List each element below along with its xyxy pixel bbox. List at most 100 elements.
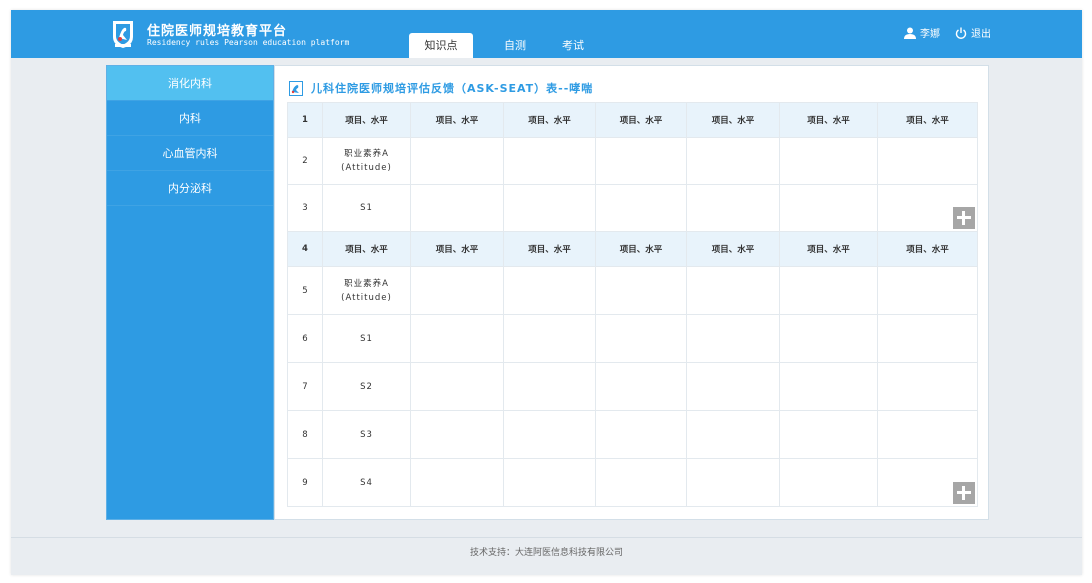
sidebar-item-cardiology[interactable]: 心血管内科 [107, 136, 273, 171]
table-cell[interactable] [410, 266, 504, 315]
table-cell[interactable] [595, 266, 687, 315]
table-cell[interactable] [686, 184, 780, 232]
table-row: 8 S3 [287, 410, 978, 459]
row-number: 2 [287, 137, 323, 185]
table-cell[interactable] [779, 266, 878, 315]
top-header: 住院医师规培教育平台 Residency rules Pearson educa… [11, 10, 1082, 58]
table-cell[interactable] [779, 184, 878, 232]
table-cell[interactable] [410, 184, 504, 232]
table-cell[interactable] [503, 184, 596, 232]
header-cell: 项目、水平 [503, 102, 596, 138]
row-label: S4 [322, 458, 411, 507]
logout-button[interactable]: 退出 [955, 25, 991, 40]
row-label: S2 [322, 362, 411, 411]
table-cell[interactable] [686, 266, 780, 315]
row-label: 职业素养A (Attitude) [322, 137, 411, 185]
table-cell[interactable] [877, 362, 978, 411]
app-subtitle: Residency rules Pearson education platfo… [147, 38, 350, 47]
table-row: 7 S2 [287, 362, 978, 411]
plus-icon[interactable] [953, 207, 975, 229]
app-frame: 住院医师规培教育平台 Residency rules Pearson educa… [11, 10, 1082, 575]
table-cell[interactable] [595, 458, 687, 507]
table-cell[interactable] [686, 314, 780, 363]
table-cell[interactable] [877, 458, 978, 507]
table-cell[interactable] [877, 137, 978, 185]
table-cell[interactable] [686, 362, 780, 411]
header-cell: 项目、水平 [779, 102, 878, 138]
table-cell[interactable] [877, 184, 978, 232]
table-cell[interactable] [410, 362, 504, 411]
header-cell: 项目、水平 [877, 231, 978, 267]
tab-self-test[interactable]: 自测 [489, 33, 541, 58]
row-label-line1: 职业素养A [344, 149, 389, 159]
header-cell: 项目、水平 [877, 102, 978, 138]
tab-knowledge[interactable]: 知识点 [409, 33, 473, 58]
header-cell: 项目、水平 [686, 231, 780, 267]
header-cell: 项目、水平 [686, 102, 780, 138]
app-title: 住院医师规培教育平台 [147, 24, 288, 39]
table-cell[interactable] [503, 266, 596, 315]
table-cell[interactable] [779, 410, 878, 459]
logout-label: 退出 [971, 29, 991, 40]
header-cell: 项目、水平 [410, 102, 504, 138]
table-cell[interactable] [503, 137, 596, 185]
user-name: 李娜 [920, 29, 940, 40]
row-number: 7 [287, 362, 323, 411]
table-cell[interactable] [410, 137, 504, 185]
table-cell[interactable] [686, 137, 780, 185]
table-cell[interactable] [410, 458, 504, 507]
sidebar: 消化内科 内科 心血管内科 内分泌科 [106, 65, 274, 520]
table-cell[interactable] [779, 362, 878, 411]
sidebar-item-internal[interactable]: 内科 [107, 101, 273, 136]
row-number: 5 [287, 266, 323, 315]
header-cell: 项目、水平 [595, 102, 687, 138]
power-icon [955, 27, 967, 39]
footer: 技术支持：大连阿医信息科技有限公司 [11, 537, 1082, 575]
table-cell[interactable] [503, 362, 596, 411]
table-cell[interactable] [779, 137, 878, 185]
header-cell: 项目、水平 [322, 102, 411, 138]
table-row: 6 S1 [287, 314, 978, 363]
tab-exam[interactable]: 考试 [547, 33, 599, 58]
table-cell[interactable] [410, 314, 504, 363]
title-icon [289, 80, 303, 96]
assessment-table: 1 项目、水平 项目、水平 项目、水平 项目、水平 项目、水平 项目、水平 项目… [287, 102, 978, 507]
table-cell[interactable] [595, 137, 687, 185]
table-cell[interactable] [779, 314, 878, 363]
plus-icon[interactable] [953, 482, 975, 504]
sidebar-item-endocrine[interactable]: 内分泌科 [107, 171, 273, 206]
table-header-row: 1 项目、水平 项目、水平 项目、水平 项目、水平 项目、水平 项目、水平 项目… [287, 102, 978, 138]
table-header-row: 4 项目、水平 项目、水平 项目、水平 项目、水平 项目、水平 项目、水平 项目… [287, 231, 978, 267]
footer-text: 技术支持：大连阿医信息科技有限公司 [469, 548, 623, 558]
table-row: 3 S1 [287, 184, 978, 232]
table-cell[interactable] [877, 410, 978, 459]
table-cell[interactable] [503, 410, 596, 459]
row-label: S1 [322, 184, 411, 232]
table-cell[interactable] [595, 362, 687, 411]
sidebar-item-digestive[interactable]: 消化内科 [107, 66, 273, 101]
table-cell[interactable] [503, 458, 596, 507]
row-number: 6 [287, 314, 323, 363]
table-cell[interactable] [595, 184, 687, 232]
table-cell[interactable] [595, 410, 687, 459]
row-number: 9 [287, 458, 323, 507]
logo-icon [113, 21, 133, 48]
page-title: 儿科住院医师规培评估反馈（ASK-SEAT）表--哮喘 [289, 80, 593, 96]
table-cell[interactable] [877, 266, 978, 315]
row-label: 职业素养A (Attitude) [322, 266, 411, 315]
table-cell[interactable] [877, 314, 978, 363]
user-menu[interactable]: 李娜 [904, 25, 940, 40]
row-label-line2: (Attitude) [341, 163, 392, 173]
table-cell[interactable] [686, 458, 780, 507]
row-number: 3 [287, 184, 323, 232]
row-number: 8 [287, 410, 323, 459]
table-cell[interactable] [410, 410, 504, 459]
table-cell[interactable] [595, 314, 687, 363]
table-cell[interactable] [779, 458, 878, 507]
row-label: S1 [322, 314, 411, 363]
header-cell: 项目、水平 [779, 231, 878, 267]
table-cell[interactable] [503, 314, 596, 363]
row-label-line2: (Attitude) [341, 292, 392, 303]
table-cell[interactable] [686, 410, 780, 459]
table-row: 2 职业素养A (Attitude) [287, 137, 978, 185]
